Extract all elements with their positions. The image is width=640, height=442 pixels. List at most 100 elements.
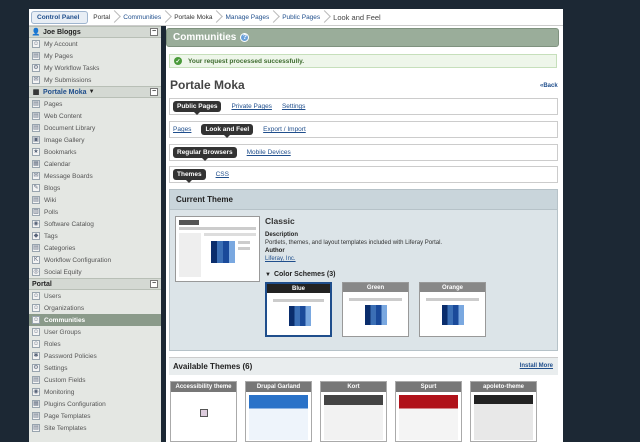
settings-icon: ⚙: [32, 364, 40, 372]
breadcrumb-communities[interactable]: Communities: [118, 9, 169, 26]
sidebar-item-wiki[interactable]: ▤ Wiki: [29, 194, 161, 206]
current-theme-thumbnail: [175, 216, 260, 282]
main-content: Communities ? ✓ Your request processed s…: [166, 26, 563, 442]
poll-icon: ▥: [32, 208, 40, 216]
tabs-device: Regular Browsers Mobile Devices: [169, 144, 558, 161]
collapse-icon[interactable]: −: [150, 88, 158, 96]
help-icon[interactable]: ?: [240, 33, 250, 42]
sidebar-item-my-pages[interactable]: ▤ My Pages: [29, 50, 161, 62]
sidebar-item-blogs[interactable]: ✎ Blogs: [29, 182, 161, 194]
sidebar-item-plugins-configuration[interactable]: ▦ Plugins Configuration: [29, 398, 161, 410]
breadcrumb: Control Panel Portal Communities Portale…: [29, 9, 563, 26]
sidebar-item-web-content[interactable]: ▤ Web Content: [29, 110, 161, 122]
breadcrumb-site[interactable]: Portale Moka: [169, 9, 220, 26]
theme-apoleto[interactable]: apoleto-theme: [470, 381, 537, 442]
sidebar-item-settings[interactable]: ⚙ Settings: [29, 362, 161, 374]
collapse-icon[interactable]: −: [150, 28, 158, 36]
current-theme-name: Classic: [265, 216, 295, 226]
sidebar-item-software-catalog[interactable]: ◉ Software Catalog: [29, 218, 161, 230]
image-icon: ▣: [32, 136, 40, 144]
tab-regular-browsers[interactable]: Regular Browsers: [173, 147, 237, 161]
sidebar-item-user-groups[interactable]: ☺ User Groups: [29, 326, 161, 338]
tag-icon: ◆: [32, 232, 40, 240]
user-section-header[interactable]: 👤 Joe Bloggs −: [29, 26, 161, 38]
tab-themes[interactable]: Themes: [173, 169, 206, 183]
sidebar-item-my-submissions[interactable]: ✉ My Submissions: [29, 74, 161, 86]
tab-public-pages[interactable]: Public Pages: [173, 101, 222, 115]
sidebar-item-message-boards[interactable]: ✉ Message Boards: [29, 170, 161, 182]
breadcrumb-manage-pages[interactable]: Manage Pages: [220, 9, 277, 26]
author-link[interactable]: Liferay, Inc.: [265, 256, 296, 262]
tab-mobile-devices[interactable]: Mobile Devices: [247, 149, 291, 156]
theme-drupal-garland[interactable]: Drupal Garland: [245, 381, 312, 442]
sidebar-item-pages[interactable]: ▤ Pages: [29, 98, 161, 110]
color-schemes-toggle[interactable]: ▼ Color Schemes (3): [265, 271, 335, 278]
social-icon: ◎: [32, 268, 40, 276]
user-icon: 👤: [31, 29, 41, 36]
color-scheme-blue[interactable]: Blue: [265, 282, 332, 337]
right-background: [563, 9, 640, 442]
tab-css[interactable]: CSS: [216, 171, 229, 178]
bookmark-icon: ★: [32, 148, 40, 156]
back-link[interactable]: «Back: [540, 83, 558, 89]
portal-section-header[interactable]: Portal −: [29, 278, 161, 290]
sidebar-item-polls[interactable]: ▥ Polls: [29, 206, 161, 218]
color-scheme-orange[interactable]: Orange: [419, 282, 486, 337]
custom-fields-icon: ▤: [32, 376, 40, 384]
theme-accessibility[interactable]: Accessibility theme: [170, 381, 237, 442]
blog-icon: ✎: [32, 184, 40, 192]
chevron-down-icon[interactable]: ▼: [89, 89, 95, 95]
tab-pages[interactable]: Pages: [173, 126, 191, 133]
current-theme-panel: Current Theme Classic Description Portle…: [169, 189, 558, 351]
site-template-icon: ▤: [32, 424, 40, 432]
sidebar-item-monitoring[interactable]: ◉ Monitoring: [29, 386, 161, 398]
sidebar-item-image-gallery[interactable]: ▣ Image Gallery: [29, 134, 161, 146]
sidebar-item-tags[interactable]: ◆ Tags: [29, 230, 161, 242]
breadcrumb-portal[interactable]: Portal: [88, 9, 118, 26]
sidebar-item-custom-fields[interactable]: ▤ Custom Fields: [29, 374, 161, 386]
sidebar-item-document-library[interactable]: ▤ Document Library: [29, 122, 161, 134]
page-title: Portale Moka: [170, 78, 245, 92]
collapse-icon[interactable]: −: [150, 280, 158, 288]
sidebar-item-my-workflow-tasks[interactable]: ⚙ My Workflow Tasks: [29, 62, 161, 74]
calendar-icon: ▦: [32, 160, 40, 168]
sidebar-item-site-templates[interactable]: ▤ Site Templates: [29, 422, 161, 434]
tab-settings[interactable]: Settings: [282, 103, 306, 110]
roles-icon: ☺: [32, 340, 40, 348]
breadcrumb-public-pages[interactable]: Public Pages: [277, 9, 328, 26]
portlet-header: Communities ?: [166, 28, 559, 47]
tab-export-import[interactable]: Export / Import: [263, 126, 306, 133]
sidebar-item-bookmarks[interactable]: ★ Bookmarks: [29, 146, 161, 158]
sidebar-item-my-account[interactable]: ☺ My Account: [29, 38, 161, 50]
check-icon: ✓: [174, 57, 182, 65]
tab-private-pages[interactable]: Private Pages: [231, 103, 271, 110]
breadcrumb-current: Look and Feel: [333, 12, 381, 22]
color-scheme-green[interactable]: Green: [342, 282, 409, 337]
sidebar-item-calendar[interactable]: ▦ Calendar: [29, 158, 161, 170]
sidebar-item-organizations[interactable]: ☺ Organizations: [29, 302, 161, 314]
sidebar-item-social-equity[interactable]: ◎ Social Equity: [29, 266, 161, 278]
tab-look-and-feel[interactable]: Look and Feel: [201, 124, 254, 138]
sidebar-item-users[interactable]: ☺ Users: [29, 290, 161, 302]
site-section-header[interactable]: ▦ Portale Moka ▼ −: [29, 86, 161, 98]
sidebar-item-communities[interactable]: ☺ Communities: [29, 314, 161, 326]
user-name: Joe Bloggs: [43, 28, 81, 36]
submissions-icon: ✉: [32, 76, 40, 84]
sidebar-item-workflow-configuration[interactable]: K Workflow Configuration: [29, 254, 161, 266]
sidebar-item-categories[interactable]: ▤ Categories: [29, 242, 161, 254]
sidebar-item-roles[interactable]: ☺ Roles: [29, 338, 161, 350]
software-icon: ◉: [32, 220, 40, 228]
theme-kort[interactable]: Kort: [320, 381, 387, 442]
control-panel-sidebar: 👤 Joe Bloggs − ☺ My Account ▤ My Pages ⚙ My…: [29, 26, 161, 442]
password-icon: ✱: [32, 352, 40, 360]
install-more-link[interactable]: Install More: [520, 363, 553, 369]
sidebar-item-page-templates[interactable]: ▤ Page Templates: [29, 410, 161, 422]
breadcrumb-control-panel[interactable]: Control Panel: [31, 10, 89, 24]
sidebar-item-password-policies[interactable]: ✱ Password Policies: [29, 350, 161, 362]
site-icon: ▦: [32, 89, 40, 96]
theme-spurt[interactable]: Spurt: [395, 381, 462, 442]
page-icon: ▤: [32, 100, 40, 108]
tabs-manage: Pages Look and Feel Export / Import: [169, 121, 558, 138]
site-name[interactable]: Portale Moka: [43, 89, 87, 96]
tabs-theme-css: Themes CSS: [169, 166, 558, 183]
